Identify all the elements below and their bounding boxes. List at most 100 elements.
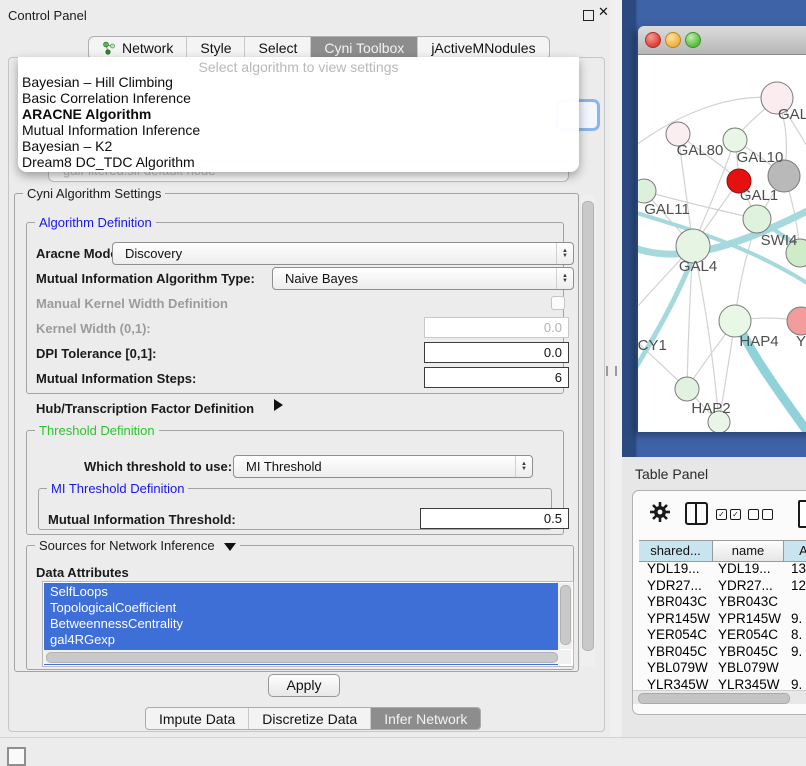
list-item[interactable]: TopologicalCoefficient	[44, 600, 564, 616]
tab-network-label: Network	[122, 40, 173, 56]
column-header[interactable]: shared...	[639, 541, 713, 561]
network-icon	[102, 41, 116, 55]
which-threshold-label: Which threshold to use:	[84, 459, 232, 474]
algorithm-dropdown-popup: Select algorithm to view settings Bayesi…	[18, 57, 579, 172]
dpi-tolerance-field[interactable]: 0.0	[424, 342, 569, 363]
select-all-columns-icon[interactable]: ✓✓	[716, 506, 744, 524]
aracne-mode-combo[interactable]: Discovery ▲▼	[112, 242, 574, 265]
list-horizontal-scrollbar[interactable]	[43, 650, 571, 664]
control-panel: Control Panel ✕ Network Style Select Cyn…	[0, 0, 610, 737]
control-panel-title: Control Panel	[8, 8, 87, 23]
split-columns-icon[interactable]	[685, 502, 708, 525]
sources-title: Sources for Network Inference	[35, 538, 240, 553]
table-horizontal-scrollbar[interactable]	[633, 690, 806, 704]
close-icon[interactable]: ✕	[598, 4, 609, 20]
network-node[interactable]	[638, 179, 656, 203]
mi-threshold-field[interactable]: 0.5	[420, 508, 569, 529]
network-canvas[interactable]: GAL GAL80 GAL10 GAL1 GAL11 SWI4 GAL4 GCY…	[638, 55, 806, 432]
combo-stepper-icon: ▲▼	[515, 456, 532, 477]
page-icon[interactable]	[798, 500, 806, 528]
settings-vertical-scrollbar[interactable]	[581, 195, 595, 666]
dropdown-item-selected[interactable]: ARACNE Algorithm	[22, 106, 151, 122]
table-panel-title: Table Panel	[635, 466, 708, 482]
column-header[interactable]: name	[713, 541, 784, 561]
tab-network[interactable]: Network	[89, 37, 186, 59]
column-header[interactable]: A	[784, 541, 806, 561]
dropdown-item[interactable]: Bayesian – K2	[22, 138, 112, 154]
dpi-tolerance-label: DPI Tolerance [0,1]:	[36, 346, 156, 361]
float-window-icon[interactable]	[583, 10, 594, 21]
dropdown-item[interactable]: Dream8 DC_TDC Algorithm	[22, 154, 195, 170]
gear-icon[interactable]	[649, 501, 671, 528]
tab-infer-network[interactable]: Infer Network	[370, 708, 480, 729]
table-row[interactable]: YDR27...YDR27...12	[639, 578, 806, 595]
list-item[interactable]: SelfLoops	[44, 584, 564, 600]
tab-jactivemnodules[interactable]: jActiveMNodules	[417, 37, 548, 59]
expand-right-icon[interactable]	[274, 399, 283, 411]
dropdown-placeholder: Select algorithm to view settings	[18, 59, 579, 75]
combo-stepper-icon: ▲▼	[556, 243, 573, 264]
status-strip	[0, 737, 806, 763]
tab-cyni-toolbox[interactable]: Cyni Toolbox	[310, 37, 417, 59]
node-label: HAP2	[691, 400, 730, 417]
divider-grip[interactable]	[606, 366, 617, 376]
hub-definition-label: Hub/Transcription Factor Definition	[36, 401, 254, 416]
manual-kernel-width-label: Manual Kernel Width Definition	[36, 296, 228, 311]
dropdown-item[interactable]: Bayesian – Hill Climbing	[22, 74, 173, 90]
table-row[interactable]: YBL079WYBL079W	[639, 660, 806, 677]
table-row[interactable]: YLR345WYLR345W9.	[639, 677, 806, 691]
apply-button[interactable]: Apply	[268, 674, 340, 697]
zoom-traffic-light-icon[interactable]	[685, 32, 701, 48]
tab-style[interactable]: Style	[186, 37, 244, 59]
tab-select[interactable]: Select	[244, 37, 310, 59]
mi-algorithm-type-combo[interactable]: Naive Bayes ▲▼	[272, 267, 574, 290]
node-label: GAL1	[740, 187, 778, 204]
data-attributes-label: Data Attributes	[36, 565, 129, 580]
list-item[interactable]: gal4RGexp	[44, 632, 564, 648]
settings-panel-title: Cyni Algorithm Settings	[23, 186, 165, 201]
node-label: GAL11	[644, 201, 690, 218]
kernel-width-field: 0.0	[424, 317, 569, 338]
node-label: SWI4	[761, 232, 798, 249]
node-label: Y	[796, 333, 806, 350]
network-window-titlebar[interactable]	[638, 26, 806, 55]
node-label: GAL	[778, 106, 806, 123]
table-header: shared... name A	[639, 540, 806, 562]
table-row[interactable]: YPR145WYPR145W9.	[639, 611, 806, 628]
network-node[interactable]	[787, 307, 806, 335]
minimize-traffic-light-icon[interactable]	[665, 32, 681, 48]
dropdown-item[interactable]: Basic Correlation Inference	[22, 90, 191, 106]
mi-steps-field[interactable]: 6	[424, 367, 569, 388]
tab-impute-data[interactable]: Impute Data	[146, 708, 248, 729]
minimized-panel-icon[interactable]	[7, 747, 26, 766]
collapse-down-icon[interactable]	[224, 543, 236, 551]
bottom-tabbar: Impute Data Discretize Data Infer Networ…	[145, 707, 481, 730]
table-panel: Table Panel ✓✓	[622, 457, 806, 737]
network-node[interactable]	[743, 205, 771, 233]
tab-discretize-data[interactable]: Discretize Data	[248, 708, 370, 729]
mi-algorithm-type-label: Mutual Information Algorithm Type:	[36, 271, 255, 286]
node-label: GAL80	[677, 142, 724, 159]
table-row[interactable]: YBR043CYBR043C	[639, 594, 806, 611]
dropdown-item[interactable]: Mutual Information Inference	[22, 122, 200, 138]
mi-threshold-group-title: MI Threshold Definition	[47, 481, 188, 496]
kernel-width-label: Kernel Width (0,1):	[36, 321, 151, 336]
node-label: GAL10	[737, 149, 784, 166]
list-vertical-scrollbar[interactable]	[558, 583, 572, 649]
desktop-background: GAL GAL80 GAL10 GAL1 GAL11 SWI4 GAL4 GCY…	[622, 0, 806, 457]
combo-stepper-icon: ▲▼	[556, 268, 573, 289]
node-label: HAP4	[739, 333, 778, 350]
node-label: GAL4	[679, 258, 717, 275]
table-row[interactable]: YDL19...YDL19...13	[639, 561, 806, 578]
table-row[interactable]: YER054CYER054C8.	[639, 627, 806, 644]
mi-threshold-label: Mutual Information Threshold:	[48, 512, 236, 527]
table-card: ✓✓ shared... name A YDL19...YDL19...13 Y…	[632, 490, 806, 715]
deselect-all-columns-icon[interactable]	[748, 506, 776, 524]
close-traffic-light-icon[interactable]	[645, 32, 661, 48]
table-body: YDL19...YDL19...13 YDR27...YDR27...12 YB…	[639, 561, 806, 690]
list-item[interactable]: BetweennessCentrality	[44, 616, 564, 632]
mi-steps-label: Mutual Information Steps:	[36, 371, 196, 386]
which-threshold-combo[interactable]: MI Threshold ▲▼	[233, 455, 533, 478]
table-row[interactable]: YBR045CYBR045C9.	[639, 644, 806, 661]
network-node-hap2[interactable]	[675, 377, 699, 401]
